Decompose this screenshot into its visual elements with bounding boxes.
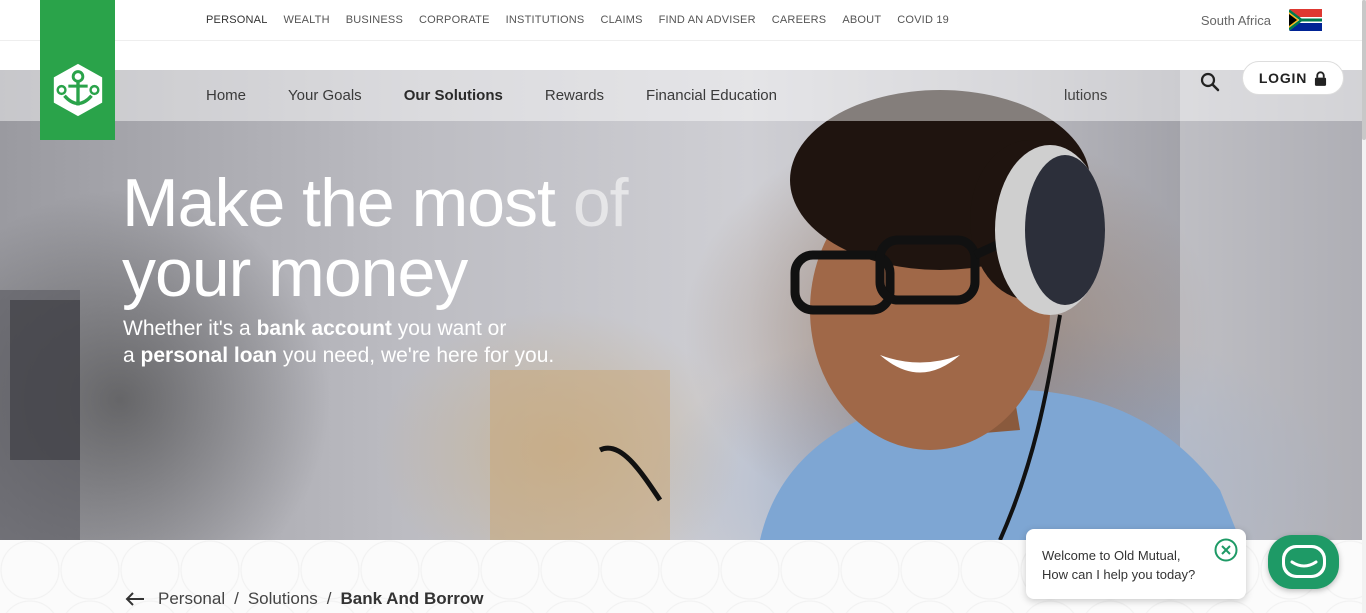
topnav-personal[interactable]: PERSONAL (206, 14, 268, 26)
hero-title-faded: of (554, 165, 629, 241)
chat-line-2: How can I help you today? (1042, 567, 1196, 582)
topnav-covid19[interactable]: COVID 19 (897, 14, 949, 26)
mainnav-home[interactable]: Home (206, 87, 246, 104)
lock-icon (1315, 70, 1327, 86)
hero-sub-text: you want or (391, 317, 507, 340)
hero-sub-text: a (123, 344, 141, 367)
chat-launcher-button[interactable] (1268, 535, 1339, 589)
page-scrollbar[interactable] (1362, 0, 1366, 613)
hero-sub-bank-account: bank account (256, 317, 392, 340)
breadcrumb: Personal / Solutions / Bank And Borrow (125, 588, 483, 610)
mainnav-rewards[interactable]: Rewards (545, 87, 604, 104)
top-utility-bar: PERSONAL WEALTH BUSINESS CORPORATE INSTI… (0, 0, 1366, 41)
breadcrumb-separator: / (234, 589, 239, 608)
topnav-find-an-adviser[interactable]: FIND AN ADVISER (659, 14, 756, 26)
mainnav-financial-education[interactable]: Financial Education (646, 87, 777, 104)
login-label: LOGIN (1258, 70, 1308, 86)
breadcrumb-current: Bank And Borrow (340, 589, 484, 608)
hero-sub-personal-loan: personal loan (140, 344, 278, 367)
chat-welcome-bubble[interactable]: Welcome to Old Mutual, How can I help yo… (1026, 529, 1246, 599)
breadcrumb-solutions[interactable]: Solutions (248, 589, 318, 609)
chat-welcome-text: Welcome to Old Mutual, How can I help yo… (1042, 546, 1195, 584)
login-button[interactable]: LOGIN (1242, 61, 1344, 95)
mainnav-our-solutions[interactable]: Our Solutions (404, 87, 503, 104)
chat-line-1: Welcome to Old Mutual, (1042, 548, 1181, 563)
topnav-institutions[interactable]: INSTITUTIONS (506, 14, 585, 26)
page: PERSONAL WEALTH BUSINESS CORPORATE INSTI… (0, 0, 1366, 613)
search-icon[interactable] (1198, 70, 1222, 94)
topnav-about[interactable]: ABOUT (842, 14, 881, 26)
hero-title: Make the most of your money (122, 165, 629, 311)
region-label: South Africa (1200, 12, 1271, 28)
back-arrow-icon[interactable] (125, 591, 145, 607)
hero-sub-text: you need, we're here for you. (277, 344, 555, 367)
topnav-wealth[interactable]: WEALTH (284, 14, 330, 26)
main-nav-bar: Home Your Goals Our Solutions Rewards Fi… (0, 70, 1362, 121)
topnav-business[interactable]: BUSINESS (346, 14, 403, 26)
close-icon[interactable] (1214, 538, 1238, 562)
old-mutual-shield-icon (53, 63, 102, 117)
region-selector[interactable]: South Africa (1201, 0, 1322, 40)
old-mutual-logo[interactable] (40, 0, 115, 140)
topnav-careers[interactable]: CAREERS (772, 14, 827, 26)
breadcrumb-separator: / (326, 589, 332, 608)
mainnav-your-goals[interactable]: Your Goals (288, 87, 362, 104)
main-nav: Home Your Goals Our Solutions Rewards Fi… (206, 70, 819, 121)
chat-icon (1281, 545, 1326, 578)
hero-title-bright: Make the most (122, 165, 556, 241)
south-africa-flag-icon (1289, 9, 1322, 31)
breadcrumb-personal[interactable]: Personal (158, 589, 225, 609)
segment-nav: PERSONAL WEALTH BUSINESS CORPORATE INSTI… (206, 0, 965, 40)
topnav-claims[interactable]: CLAIMS (600, 14, 642, 26)
hero-sub-text: Whether it's a (123, 317, 257, 340)
hero-subtitle: Whether it's a bank account you want or … (123, 315, 554, 369)
hero-title-line2: your money (122, 235, 468, 311)
mainnav-extra-item[interactable]: lutions (1064, 70, 1107, 121)
topnav-corporate[interactable]: CORPORATE (419, 14, 490, 26)
scrollbar-thumb[interactable] (1362, 0, 1366, 140)
